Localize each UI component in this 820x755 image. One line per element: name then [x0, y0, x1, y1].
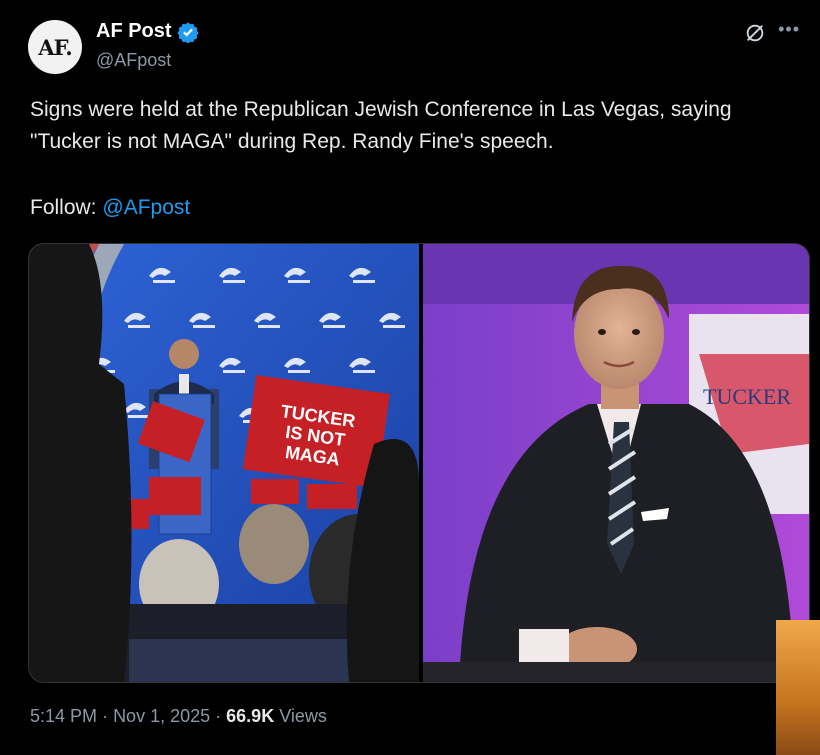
- verified-badge-icon: [176, 21, 199, 43]
- meta-separator: ·: [102, 706, 114, 726]
- views-count: 66.9K: [226, 706, 275, 726]
- author-avatar[interactable]: AF.: [28, 20, 82, 74]
- tweet-time[interactable]: 5:14 PM: [30, 706, 97, 726]
- avatar-text: AF.: [38, 34, 72, 60]
- meta-separator: ·: [215, 706, 227, 726]
- author-handle[interactable]: @AFpost: [96, 50, 171, 71]
- more-icon[interactable]: •••: [778, 20, 800, 38]
- left-photo: TUCKER IS NOT MAGA: [29, 244, 419, 682]
- tweet-media[interactable]: TUCKER IS NOT MAGA TUCKER: [28, 243, 810, 683]
- media-image: TUCKER IS NOT MAGA TUCKER: [29, 244, 809, 682]
- tweet-date[interactable]: Nov 1, 2025: [113, 706, 210, 726]
- follow-line: Follow: @AFpost: [30, 196, 190, 220]
- follow-label: Follow:: [30, 196, 97, 219]
- views-label: Views: [279, 706, 327, 726]
- backdrop-text: TUCKER: [703, 384, 791, 409]
- author-name[interactable]: AF Post: [96, 20, 172, 43]
- tweet-meta: 5:14 PM · Nov 1, 2025 · 66.9K Views: [30, 706, 327, 727]
- grok-icon[interactable]: [744, 22, 766, 44]
- author-name-row[interactable]: AF Post: [96, 20, 199, 43]
- follow-handle-link[interactable]: @AFpost: [102, 196, 190, 219]
- corner-thumbnail: [776, 620, 820, 755]
- tweet-text: Signs were held at the Republican Jewish…: [30, 98, 732, 153]
- right-photo: TUCKER: [423, 244, 809, 682]
